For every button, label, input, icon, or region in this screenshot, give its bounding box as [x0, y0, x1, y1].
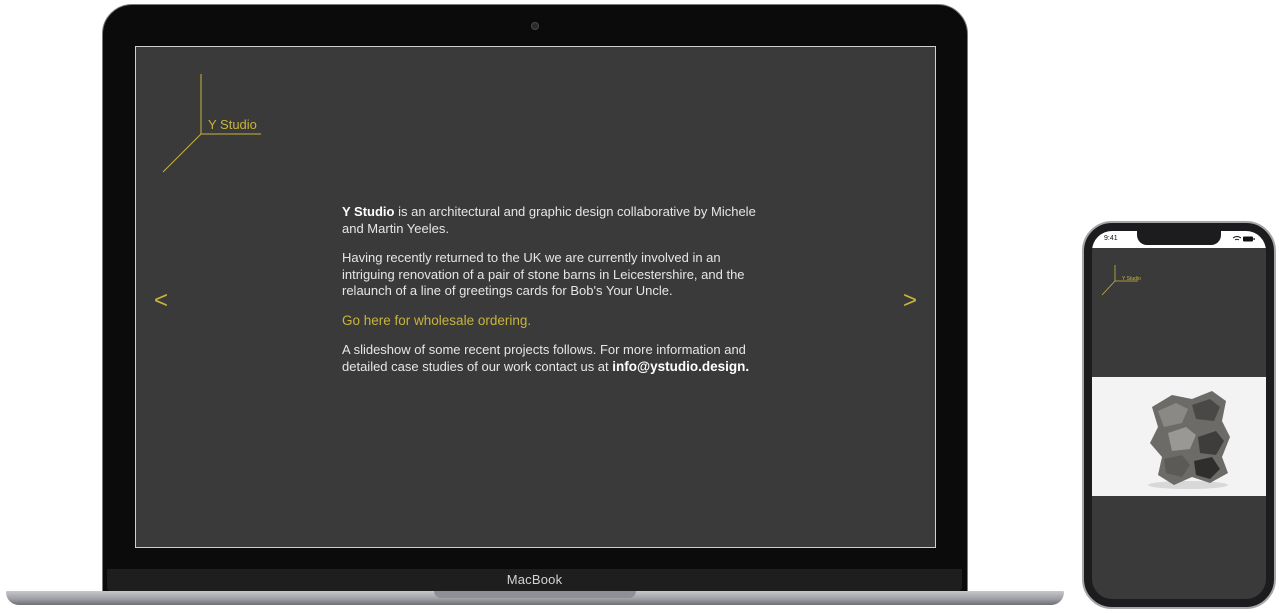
- wholesale-link[interactable]: Go here for wholesale ordering.: [342, 313, 531, 328]
- logo-text[interactable]: Y Studio: [208, 117, 257, 132]
- slideshow-photo: [1092, 377, 1266, 496]
- next-slide-button[interactable]: >: [903, 287, 917, 315]
- sculpture-image: [1092, 377, 1266, 496]
- phone-time: 9:41: [1104, 235, 1118, 242]
- brand-name: Y Studio: [342, 204, 395, 219]
- phone-status-icons: [1232, 235, 1256, 245]
- prev-slide-button[interactable]: <: [154, 287, 168, 315]
- email-link[interactable]: info@ystudio.design.: [612, 359, 749, 374]
- intro-line-1: is an architectural and graphic design c…: [342, 204, 756, 236]
- laptop-opening-notch: [434, 591, 636, 598]
- webcam-icon: [531, 22, 539, 30]
- intro-text: Y Studio is an architectural and graphic…: [342, 204, 762, 388]
- intro-paragraph-4: A slideshow of some recent projects foll…: [342, 342, 762, 375]
- wifi-battery-icon: [1232, 236, 1255, 242]
- intro-paragraph-2: Having recently returned to the UK we ar…: [342, 250, 745, 298]
- phone-notch: [1137, 231, 1221, 245]
- intro-paragraph-3: Go here for wholesale ordering.: [342, 313, 762, 330]
- laptop-brand-label: MacBook: [506, 572, 563, 587]
- phone-screen: 9:41 Y Studio: [1092, 231, 1266, 599]
- intro-paragraph-1: Y Studio is an architectural and graphic…: [342, 204, 762, 237]
- phone-logo-text[interactable]: Y Studio: [1122, 276, 1141, 282]
- phone-y-logo-icon: [1101, 265, 1138, 296]
- laptop-chin: MacBook: [107, 569, 962, 591]
- website-viewport: Y Studio < > Y Studio is an architectura…: [135, 46, 936, 548]
